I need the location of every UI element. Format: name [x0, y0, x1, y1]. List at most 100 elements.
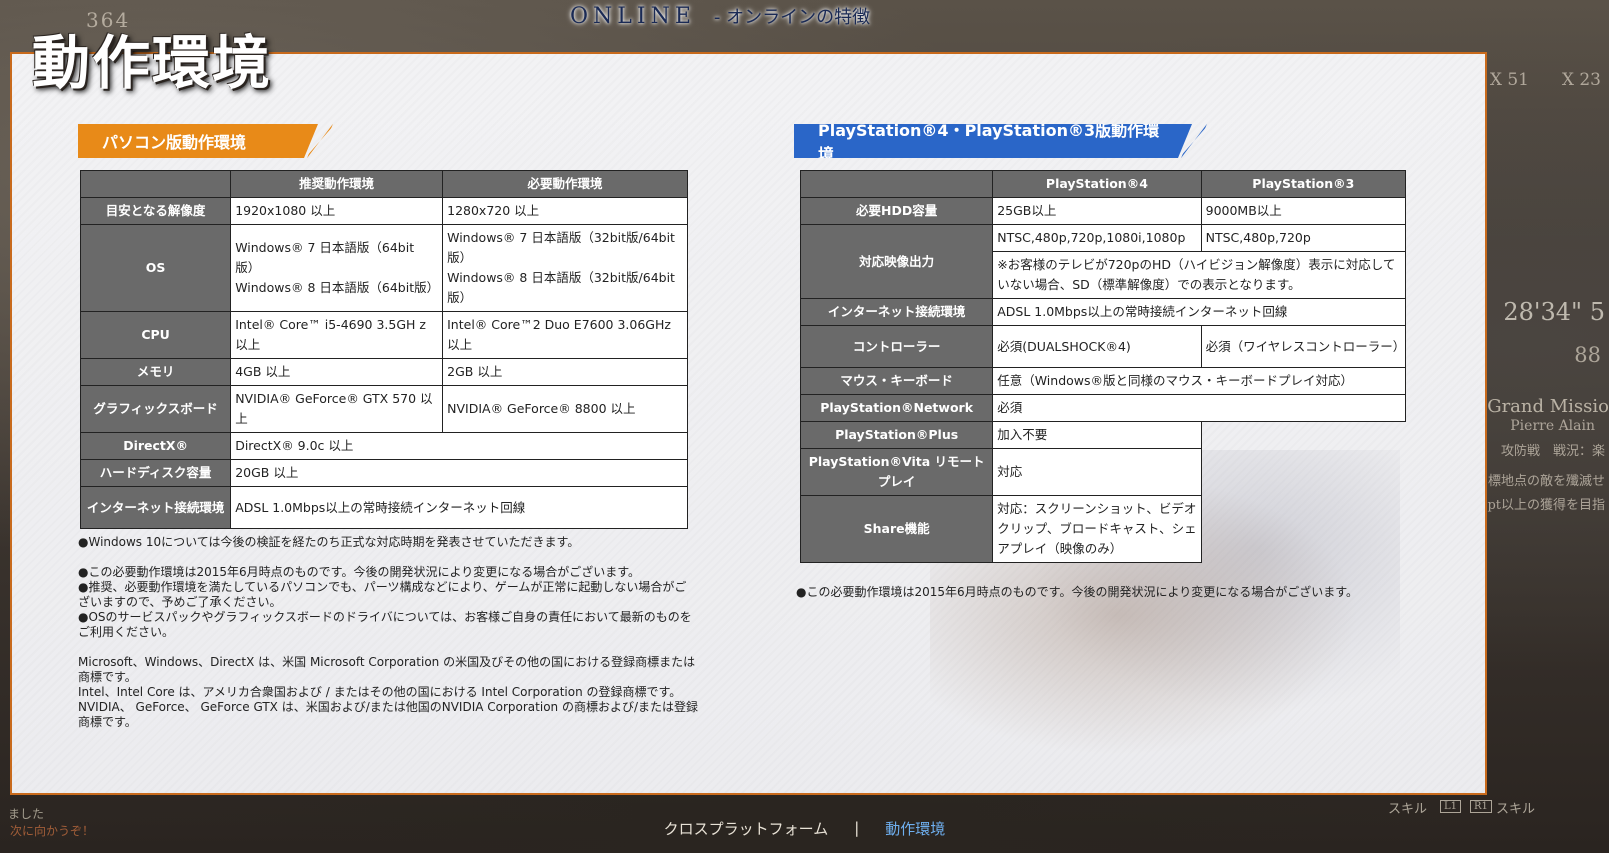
cell-value: ADSL 1.0Mbps以上の常時接続インターネット回線	[230, 486, 688, 529]
cell-value: 任意（Windows®版と同様のマウス・キーボードプレイ対応）	[992, 367, 1406, 395]
table-row: CPU Intel® Core™ i5-4690 3.5GH z 以上 Inte…	[79, 311, 688, 359]
note-line: ●Windows 10については今後の検証を経たのち正式な対応時期を発表させてい…	[78, 535, 580, 549]
row-label: メモリ	[79, 358, 232, 386]
note-spacer	[78, 550, 698, 565]
ps-section-heading: PlayStation®4・PlayStation®3版動作環境	[794, 124, 1200, 158]
ps-spec-table: PlayStation®4 PlayStation®3 必要HDD容量 25GB…	[799, 170, 1407, 563]
table-corner	[799, 170, 994, 198]
table-row: 必要HDD容量 25GB以上 9000MB以上	[799, 197, 1407, 225]
row-label: 必要HDD容量	[799, 197, 994, 225]
table-row: インターネット接続環境 ADSL 1.0Mbps以上の常時接続インターネット回線	[79, 486, 688, 529]
cell-rec: NVIDIA® GeForce® GTX 570 以上	[230, 385, 444, 433]
online-subtitle: - オンラインの特徴	[713, 7, 871, 28]
table-row: PlayStation®Vita リモートプレイ 対応	[799, 448, 1406, 496]
row-label: 目安となる解像度	[79, 197, 232, 225]
row-label: マウス・キーボード	[799, 367, 994, 395]
cell-value: 必須	[992, 394, 1406, 422]
empty-cell	[1201, 496, 1405, 563]
table-row: PlayStation®Network 必須	[799, 394, 1406, 422]
cell-value: 対応：スクリーンショット、ビデオクリップ、ブロードキャスト、シェアプレイ（映像の…	[992, 495, 1202, 563]
note-line: ●この必要動作環境は2015年6月時点のものです。今後の開発状況により変更になる…	[78, 565, 641, 579]
cell-value: ADSL 1.0Mbps以上の常時接続インターネット回線	[992, 298, 1406, 326]
hud-pierre: Pierre Alain	[1510, 418, 1595, 434]
note-line: ●この必要動作環境は2015年6月時点のものです。今後の開発状況により変更になる…	[796, 585, 1359, 599]
cell-rec: 1920x1080 以上	[230, 197, 444, 225]
pc-heading-label: パソコン版動作環境	[78, 124, 318, 158]
row-label: PlayStation®Vita リモートプレイ	[799, 448, 994, 496]
row-label: コントローラー	[799, 325, 994, 368]
empty-cell	[1201, 422, 1405, 449]
nav-separator: |	[854, 819, 860, 837]
cell-rec: Intel® Core™ i5-4690 3.5GH z 以上	[230, 311, 444, 359]
cell-ps3: NTSC,480p,720p	[1200, 224, 1407, 252]
row-label: インターネット接続環境	[799, 298, 994, 326]
table-row: ハードディスク容量 20GB 以上	[79, 459, 688, 487]
row-label: ハードディスク容量	[79, 459, 232, 487]
hud-88: 88	[1574, 343, 1601, 367]
table-corner	[79, 170, 232, 198]
hud-x23: X 23	[1561, 70, 1601, 90]
page-title: 動作環境	[32, 29, 273, 97]
hud-grand-mission: Grand Missio	[1487, 396, 1609, 417]
online-word: ONLINE	[570, 3, 696, 29]
row-label: インターネット接続環境	[79, 486, 232, 529]
table-row: 対応映像出力 NTSC,480p,720p,1080i,1080p NTSC,4…	[799, 224, 1407, 299]
table-row: グラフィックスボード NVIDIA® GeForce® GTX 570 以上 N…	[79, 385, 688, 433]
pc-spec-table: 推奨動作環境 必要動作環境 目安となる解像度 1920x1080 以上 1280…	[79, 170, 688, 529]
empty-cell	[1201, 449, 1405, 496]
cell-req: 1280x720 以上	[442, 197, 688, 225]
cell-value: 加入不要	[992, 421, 1202, 449]
cell-ps4: 25GB以上	[992, 197, 1202, 225]
note-line: ●推奨、必要動作環境を満たしているパソコンでも、パーツ構成などにより、ゲームが正…	[78, 580, 687, 609]
row-label: Share機能	[799, 495, 994, 563]
table-row: PlayStation®Plus 加入不要	[799, 421, 1406, 449]
hud-line2: 目標地点の敵を殲滅せ	[1474, 474, 1605, 489]
hud-line1: 攻防戦 戦況：楽	[1500, 444, 1605, 459]
note-spacer	[78, 640, 698, 655]
cell-ps4: 必須(DUALSHOCK®4)	[992, 325, 1202, 368]
ps-notes: ●この必要動作環境は2015年6月時点のものです。今後の開発状況により変更になる…	[796, 585, 1416, 600]
table-row: インターネット接続環境 ADSL 1.0Mbps以上の常時接続インターネット回線	[799, 298, 1406, 326]
cell-ps3: 必須（ワイヤレスコントローラー）	[1200, 325, 1407, 368]
cell-rec: 4GB 以上	[230, 358, 444, 386]
table-row: マウス・キーボード 任意（Windows®版と同様のマウス・キーボードプレイ対応…	[799, 367, 1406, 395]
row-label: 対応映像出力	[799, 224, 994, 299]
cell-value: DirectX® 9.0c 以上	[230, 432, 688, 460]
note-line: NVIDIA、 GeForce、 GeForce GTX は、米国および/または…	[78, 700, 699, 729]
note-line: ●OSのサービスパックやグラフィックスボードのドライバについては、お客様ご自身の…	[78, 610, 692, 639]
cell-req: NVIDIA® GeForce® 8800 以上	[442, 385, 688, 433]
note-line: Intel、Intel Core は、アメリカ合衆国および / またはその他の国…	[78, 685, 682, 699]
hud-timer: 28'34" 5	[1503, 298, 1605, 326]
row-label: PlayStation®Plus	[799, 421, 994, 449]
nav-system-requirements[interactable]: 動作環境	[885, 818, 945, 839]
row-label: CPU	[79, 311, 232, 359]
row-label: PlayStation®Network	[799, 394, 994, 422]
note-line: Microsoft、Windows、DirectX は、米国 Microsoft…	[78, 655, 696, 684]
cell-value: 対応	[992, 448, 1202, 496]
cell-value: 20GB 以上	[230, 459, 688, 487]
row-label: OS	[79, 224, 232, 312]
cell-note: ※お客様のテレビが720pのHD（ハイビジョン解像度）表示に対応していない場合、…	[992, 251, 1406, 299]
hud-line3: 0pt以上の獲得を目指	[1479, 498, 1605, 513]
cell-rec: Windows® 7 日本語版（64bit版） Windows® 8 日本語版（…	[230, 224, 444, 312]
pc-section-heading: パソコン版動作環境	[78, 124, 326, 158]
row-label: DirectX®	[79, 432, 232, 460]
cell-ps4: NTSC,480p,720p,1080i,1080p	[992, 224, 1202, 252]
table-row: メモリ 4GB 以上 2GB 以上	[79, 358, 688, 386]
col-recommended: 推奨動作環境	[230, 170, 444, 198]
pc-notes: ●Windows 10については今後の検証を経たのち正式な対応時期を発表させてい…	[78, 535, 698, 730]
table-row: OS Windows® 7 日本語版（64bit版） Windows® 8 日本…	[79, 224, 688, 312]
table-row: DirectX® DirectX® 9.0c 以上	[79, 432, 688, 460]
col-ps4: PlayStation®4	[992, 170, 1202, 198]
cell-req: Intel® Core™2 Duo E7600 3.06GHz 以上	[442, 311, 688, 359]
nav-cross-platform[interactable]: クロスプラットフォーム	[664, 818, 829, 839]
table-row: 目安となる解像度 1920x1080 以上 1280x720 以上	[79, 197, 688, 225]
bottom-nav: クロスプラットフォーム | 動作環境	[0, 808, 1609, 848]
cell-req: Windows® 7 日本語版（32bit版/64bit版） Windows® …	[442, 224, 688, 312]
col-ps3: PlayStation®3	[1200, 170, 1407, 198]
table-row: Share機能 対応：スクリーンショット、ビデオクリップ、ブロードキャスト、シェ…	[799, 495, 1406, 563]
cell-req: 2GB 以上	[442, 358, 688, 386]
ps-heading-label: PlayStation®4・PlayStation®3版動作環境	[794, 124, 1192, 158]
online-header: ONLINE - オンラインの特徴	[570, 3, 870, 29]
row-label: グラフィックスボード	[79, 385, 232, 433]
